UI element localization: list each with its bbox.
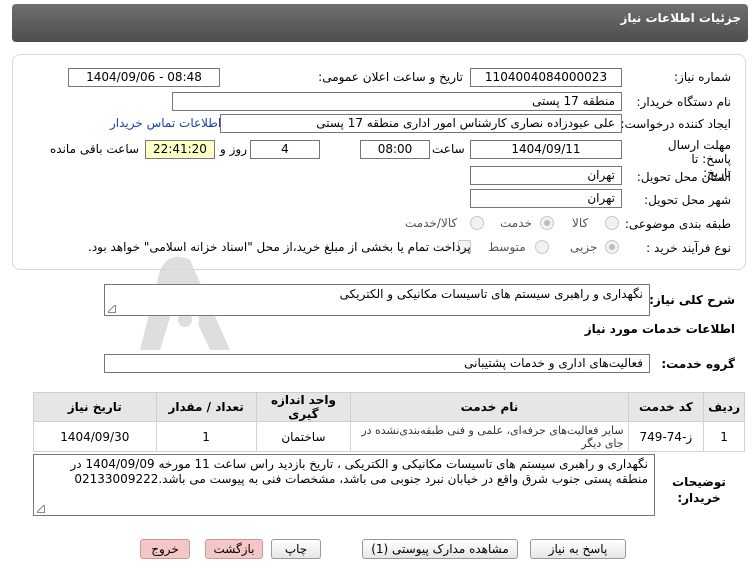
creator-label: ایجاد کننده درخواست: — [620, 117, 731, 131]
back-button[interactable]: بازگشت — [205, 539, 263, 559]
summary-resize-handle[interactable] — [108, 305, 116, 313]
cell-code: ز-74-749 — [627, 421, 705, 452]
deadline-time-field: 08:00 — [360, 140, 430, 159]
buyer-notes-label: توضیحات خریدار: — [672, 475, 726, 505]
creator-field: علی عبودزاده نصاری کارشناس امور اداری من… — [220, 114, 622, 133]
purchase-minor-radio[interactable] — [605, 240, 619, 254]
category-goods-radio[interactable] — [605, 216, 619, 230]
service-group-label: گروه خدمت: — [661, 357, 735, 371]
payment-note: پرداخت تمام یا بخشی از مبلغ خرید،از محل … — [88, 240, 471, 254]
services-table: ردیف کد خدمت نام خدمت واحد اندازه گیری ت… — [33, 392, 745, 452]
buyer-notes-field: نگهداری و راهبری سیستم های تاسیسات مکانی… — [33, 454, 655, 516]
city-label: شهر محل تحویل: — [644, 193, 731, 207]
col-code: کد خدمت — [627, 392, 705, 422]
days-field: 4 — [250, 140, 320, 159]
buyer-contact-link[interactable]: اطلاعات تماس خریدار — [110, 116, 221, 130]
summary-text: نگهداری و راهبری سیستم های تاسیسات مکانی… — [339, 287, 643, 301]
cell-unit: ساختمان — [255, 421, 352, 452]
notes-resize-handle[interactable] — [37, 505, 45, 513]
exit-button[interactable]: خروج — [140, 539, 190, 559]
reply-button[interactable]: پاسخ به نیاز — [530, 539, 626, 559]
page-title: جزئیات اطلاعات نیاز — [620, 11, 741, 25]
category-service-radio[interactable] — [540, 216, 554, 230]
category-goods-label: کالا — [572, 216, 589, 230]
deadline-date-field: 1404/09/11 — [470, 140, 622, 159]
col-name: نام خدمت — [350, 392, 629, 422]
table-row: 1 ز-74-749 سایر فعالیت‌های حرفه‌ای، علمی… — [33, 421, 745, 452]
category-goods-service-radio[interactable] — [470, 216, 484, 230]
buyer-notes-text: نگهداری و راهبری سیستم های تاسیسات مکانی… — [70, 457, 649, 486]
col-qty: تعداد / مقدار — [155, 392, 257, 422]
buyer-label: نام دستگاه خریدار: — [636, 95, 732, 109]
cell-index: 1 — [703, 421, 745, 452]
cell-date: 1404/09/30 — [33, 421, 157, 452]
summary-label: شرح کلی نیاز: — [649, 293, 735, 307]
need-number-field: 1104004084000023 — [470, 68, 622, 87]
cell-qty: 1 — [155, 421, 257, 452]
category-label: طبقه بندی موضوعی: — [624, 217, 731, 231]
col-index: ردیف — [703, 392, 745, 422]
purchase-medium-label: متوسط — [488, 240, 526, 254]
announce-field: 1404/09/06 - 08:48 — [68, 68, 220, 87]
city-field: تهران — [470, 189, 622, 208]
days-label: روز و — [220, 142, 247, 156]
print-button[interactable]: چاپ — [271, 539, 321, 559]
purchase-type-label: نوع فرآیند خرید : — [646, 241, 731, 255]
view-attachments-button[interactable]: مشاهده مدارک پیوستی (1) — [362, 539, 518, 559]
cell-name: سایر فعالیت‌های حرفه‌ای، علمی و فنی طبقه… — [350, 421, 629, 452]
category-goods-service-label: کالا/خدمت — [405, 216, 458, 230]
services-table-wrap: ردیف کد خدمت نام خدمت واحد اندازه گیری ت… — [33, 392, 745, 452]
need-number-label: شماره نیاز: — [674, 70, 731, 84]
province-field: تهران — [470, 166, 622, 185]
service-group-field: فعالیت‌های اداری و خدمات پشتیبانی — [104, 354, 650, 373]
summary-field: نگهداری و راهبری سیستم های تاسیسات مکانی… — [104, 284, 650, 316]
col-date: تاریخ نیاز — [33, 392, 157, 422]
table-header-row: ردیف کد خدمت نام خدمت واحد اندازه گیری ت… — [33, 392, 745, 422]
remaining-time-label: ساعت باقی مانده — [50, 142, 140, 156]
services-section-title: اطلاعات خدمات مورد نیاز — [584, 322, 735, 336]
remaining-time-field: 22:41:20 — [145, 140, 215, 159]
buyer-field: منطقه 17 پستی — [172, 92, 622, 111]
purchase-medium-radio[interactable] — [535, 240, 549, 254]
deadline-time-label: ساعت — [432, 142, 465, 156]
purchase-minor-label: جزیی — [570, 240, 598, 254]
col-unit: واحد اندازه گیری — [255, 392, 352, 422]
announce-label: تاریخ و ساعت اعلان عمومی: — [318, 70, 463, 84]
category-service-label: خدمت — [500, 216, 532, 230]
province-label: استان محل تحویل: — [636, 170, 731, 184]
